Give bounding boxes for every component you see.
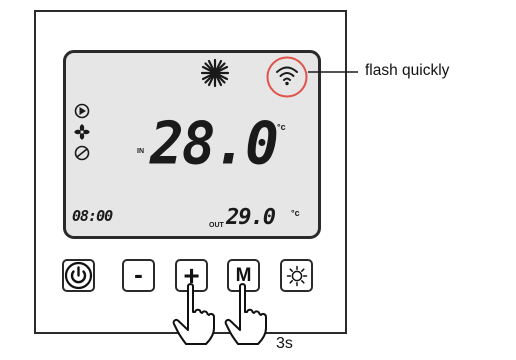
main-temperature: 28.0 [150, 110, 279, 179]
sun-outline-icon [286, 265, 307, 286]
minus-button[interactable]: - [122, 259, 155, 292]
hand-pointer-icon-mode [224, 283, 267, 345]
light-button[interactable] [280, 259, 313, 292]
wifi-icon [276, 66, 298, 86]
flash-quickly-note: flash quickly [365, 62, 450, 79]
valve-icon [74, 145, 90, 161]
minus-label: - [134, 258, 143, 289]
annotation-line [308, 71, 358, 73]
clock-display: 08:00 [72, 207, 113, 225]
sun-icon [200, 58, 230, 88]
outdoor-temperature: 29.0 [226, 205, 276, 230]
hold-time-note: 3s [276, 335, 293, 352]
out-label: OUT [209, 222, 224, 229]
hand-pointer-icon-plus [172, 283, 215, 345]
power-icon [64, 261, 93, 290]
play-icon [74, 103, 90, 119]
main-temperature-unit: °c [277, 122, 286, 132]
in-label: IN [137, 148, 144, 155]
power-button[interactable] [62, 259, 95, 292]
outdoor-temperature-unit: °c [291, 208, 300, 218]
fan-icon [74, 124, 90, 140]
